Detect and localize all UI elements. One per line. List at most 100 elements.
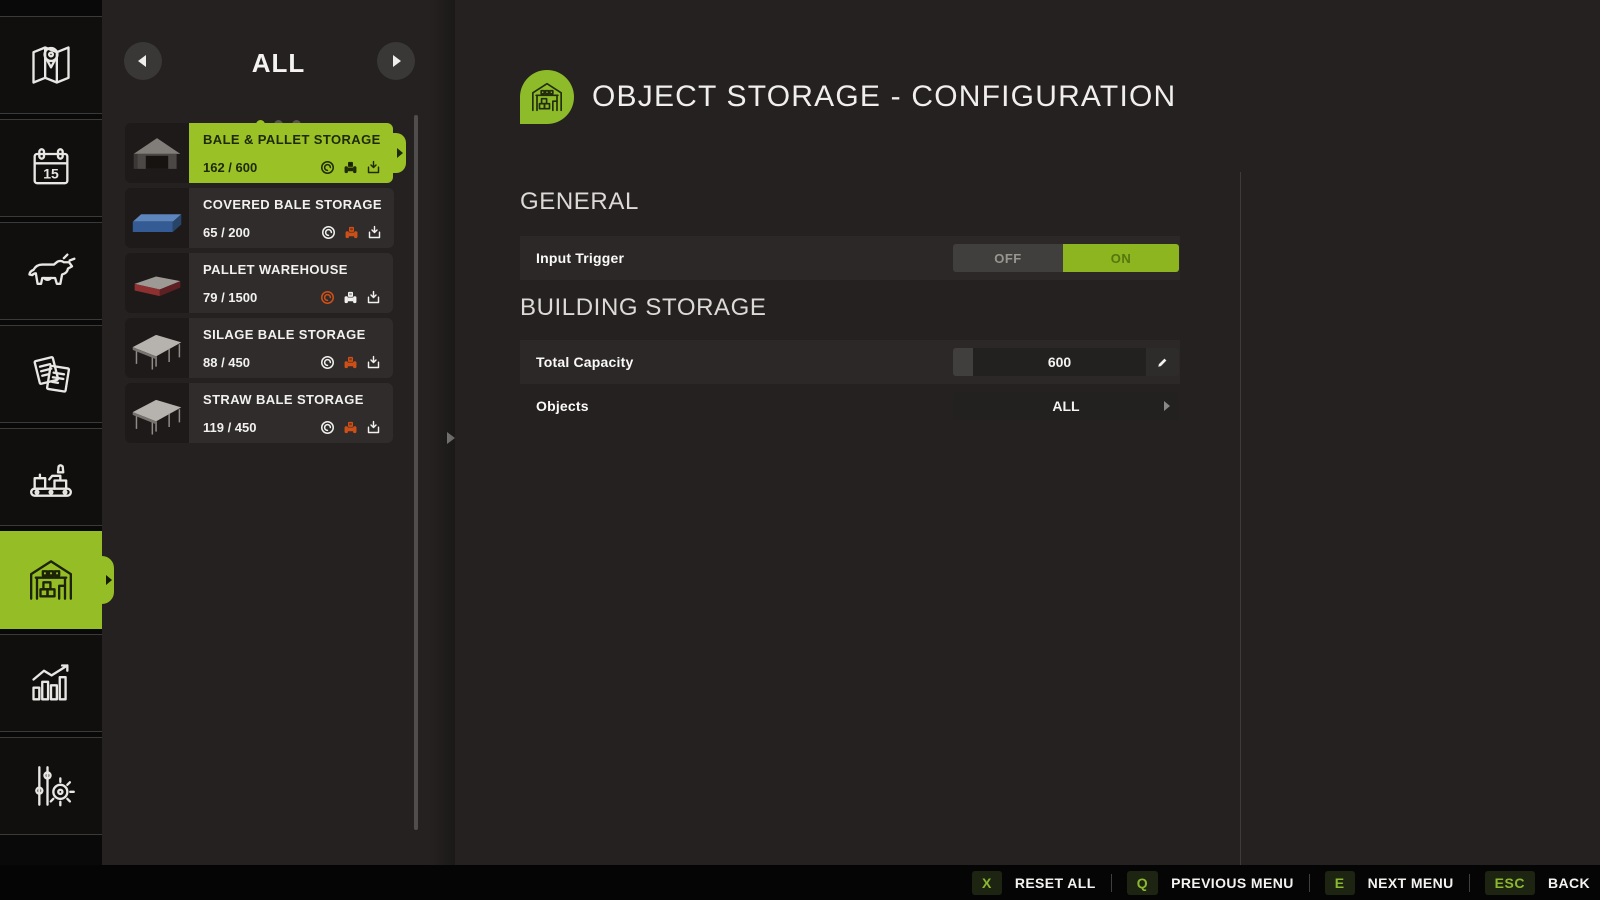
building-thumbnail: [125, 188, 189, 248]
key-badge: ESC: [1485, 871, 1535, 895]
building-thumbnail: [125, 383, 189, 443]
bale-icon: [321, 225, 336, 240]
storage-item-title: SILAGE BALE STORAGE: [203, 327, 381, 342]
storage-item-body: BALE & PALLET STORAGE 162 / 600: [189, 123, 393, 183]
production-icon: [23, 449, 79, 505]
panel-edge-shadow: [429, 0, 455, 900]
cow-icon: [23, 243, 79, 299]
storage-list-item[interactable]: PALLET WAREHOUSE 79 / 1500: [125, 253, 393, 313]
map-icon: [23, 37, 79, 93]
objects-row: Objects ALL: [520, 384, 1180, 428]
hint-separator: [1469, 874, 1470, 892]
input-trigger-toggle: OFF ON: [953, 244, 1179, 272]
sidebar-item-statistics[interactable]: [0, 634, 102, 732]
storage-item-title: PALLET WAREHOUSE: [203, 262, 381, 277]
hint-separator: [1111, 874, 1112, 892]
storage-list-item[interactable]: STRAW BALE STORAGE 119 / 450: [125, 383, 393, 443]
storage-item-count: 65 / 200: [203, 225, 250, 240]
sidebar-item-calendar[interactable]: [0, 119, 102, 217]
building-thumbnail: [125, 318, 189, 378]
input-trigger-row: Input Trigger OFF ON: [520, 236, 1180, 280]
storage-item-body: PALLET WAREHOUSE 79 / 1500: [189, 253, 393, 313]
category-filter-bar: ALL: [102, 38, 455, 98]
storage-item-title: STRAW BALE STORAGE: [203, 392, 381, 407]
key-hint-label: NEXT MENU: [1368, 875, 1454, 891]
tractor-icon: [343, 160, 358, 175]
storage-item-count: 88 / 450: [203, 355, 250, 370]
main-menu-sidebar: [0, 0, 102, 900]
filter-next-button[interactable]: [377, 42, 415, 80]
total-capacity-input: 600: [953, 348, 1179, 376]
capacity-edit-button[interactable]: [1146, 348, 1179, 376]
storage-list: BALE & PALLET STORAGE 162 / 600 COVERED …: [125, 123, 393, 448]
sidebar-item-contracts[interactable]: [0, 325, 102, 423]
download-icon: [366, 160, 381, 175]
sidebar-item-settings[interactable]: [0, 737, 102, 835]
key-badge: E: [1325, 871, 1355, 895]
documents-icon: [23, 346, 79, 402]
building-image: [126, 385, 188, 441]
bale-icon: [320, 290, 335, 305]
storage-item-body: STRAW BALE STORAGE 119 / 450: [189, 383, 393, 443]
download-icon: [366, 290, 381, 305]
selected-tab-bump: [100, 556, 114, 604]
storage-item-title: COVERED BALE STORAGE: [203, 197, 382, 212]
object-storage-tile: [520, 70, 574, 124]
storage-list-panel: ALL BALE & PALLET STORAGE 162 / 600 COVE…: [102, 0, 455, 900]
building-thumbnail: [125, 123, 189, 183]
storage-list-item[interactable]: BALE & PALLET STORAGE 162 / 600: [125, 123, 393, 183]
key-hint-next-menu[interactable]: E NEXT MENU: [1325, 871, 1454, 895]
total-capacity-row: Total Capacity 600: [520, 340, 1180, 384]
pencil-icon: [1156, 356, 1169, 369]
building-image: [126, 125, 188, 181]
arrow-right-icon: [393, 55, 401, 67]
building-image: [126, 255, 188, 311]
key-hint-back[interactable]: ESC BACK: [1485, 871, 1590, 895]
sliders-gear-icon: [23, 758, 79, 814]
selected-item-notch: [391, 133, 406, 173]
bale-icon: [320, 420, 335, 435]
objects-label: Objects: [536, 398, 589, 414]
list-scrollbar[interactable]: [414, 115, 418, 830]
storage-item-count: 79 / 1500: [203, 290, 257, 305]
toggle-on-button[interactable]: ON: [1063, 244, 1179, 272]
capacity-value[interactable]: 600: [973, 348, 1146, 376]
building-thumbnail: [125, 253, 189, 313]
key-hint-label: RESET ALL: [1015, 875, 1096, 891]
storage-item-body: COVERED BALE STORAGE 65 / 200: [189, 188, 394, 248]
calendar-icon: [23, 140, 79, 196]
sidebar-item-map[interactable]: [0, 16, 102, 114]
objects-dropdown[interactable]: ALL: [953, 392, 1179, 420]
section-title-general: GENERAL: [520, 188, 639, 216]
page-title: OBJECT STORAGE - CONFIGURATION: [592, 80, 1176, 114]
tractor-icon: [343, 420, 358, 435]
key-hint-label: PREVIOUS MENU: [1171, 875, 1294, 891]
key-hint-label: BACK: [1548, 875, 1590, 891]
capacity-slider-handle[interactable]: [953, 348, 973, 376]
objects-value: ALL: [1052, 398, 1079, 414]
storage-list-item[interactable]: SILAGE BALE STORAGE 88 / 450: [125, 318, 393, 378]
warehouse-icon: [527, 77, 567, 117]
tractor-icon: [344, 225, 359, 240]
page-header: OBJECT STORAGE - CONFIGURATION: [520, 70, 1176, 124]
hint-separator: [1309, 874, 1310, 892]
storage-item-title: BALE & PALLET STORAGE: [203, 132, 381, 147]
key-hint-previous-menu[interactable]: Q PREVIOUS MENU: [1127, 871, 1294, 895]
sidebar-item-animals[interactable]: [0, 222, 102, 320]
sidebar-item-storage[interactable]: [0, 531, 102, 629]
tractor-icon: [343, 290, 358, 305]
download-icon: [366, 420, 381, 435]
download-icon: [366, 355, 381, 370]
configuration-page: OBJECT STORAGE - CONFIGURATION GENERAL I…: [455, 0, 1600, 865]
bale-icon: [320, 355, 335, 370]
toggle-off-button[interactable]: OFF: [953, 244, 1063, 272]
key-hint-reset-all[interactable]: X RESET ALL: [972, 871, 1096, 895]
storage-item-body: SILAGE BALE STORAGE 88 / 450: [189, 318, 393, 378]
storage-item-count: 119 / 450: [203, 420, 257, 435]
warehouse-icon: [23, 552, 79, 608]
bale-icon: [320, 160, 335, 175]
sidebar-item-production[interactable]: [0, 428, 102, 526]
content-scroll-track: [1240, 172, 1241, 865]
storage-list-item[interactable]: COVERED BALE STORAGE 65 / 200: [125, 188, 393, 248]
keybind-footer: X RESET ALL Q PREVIOUS MENU E NEXT MENU …: [0, 865, 1600, 900]
